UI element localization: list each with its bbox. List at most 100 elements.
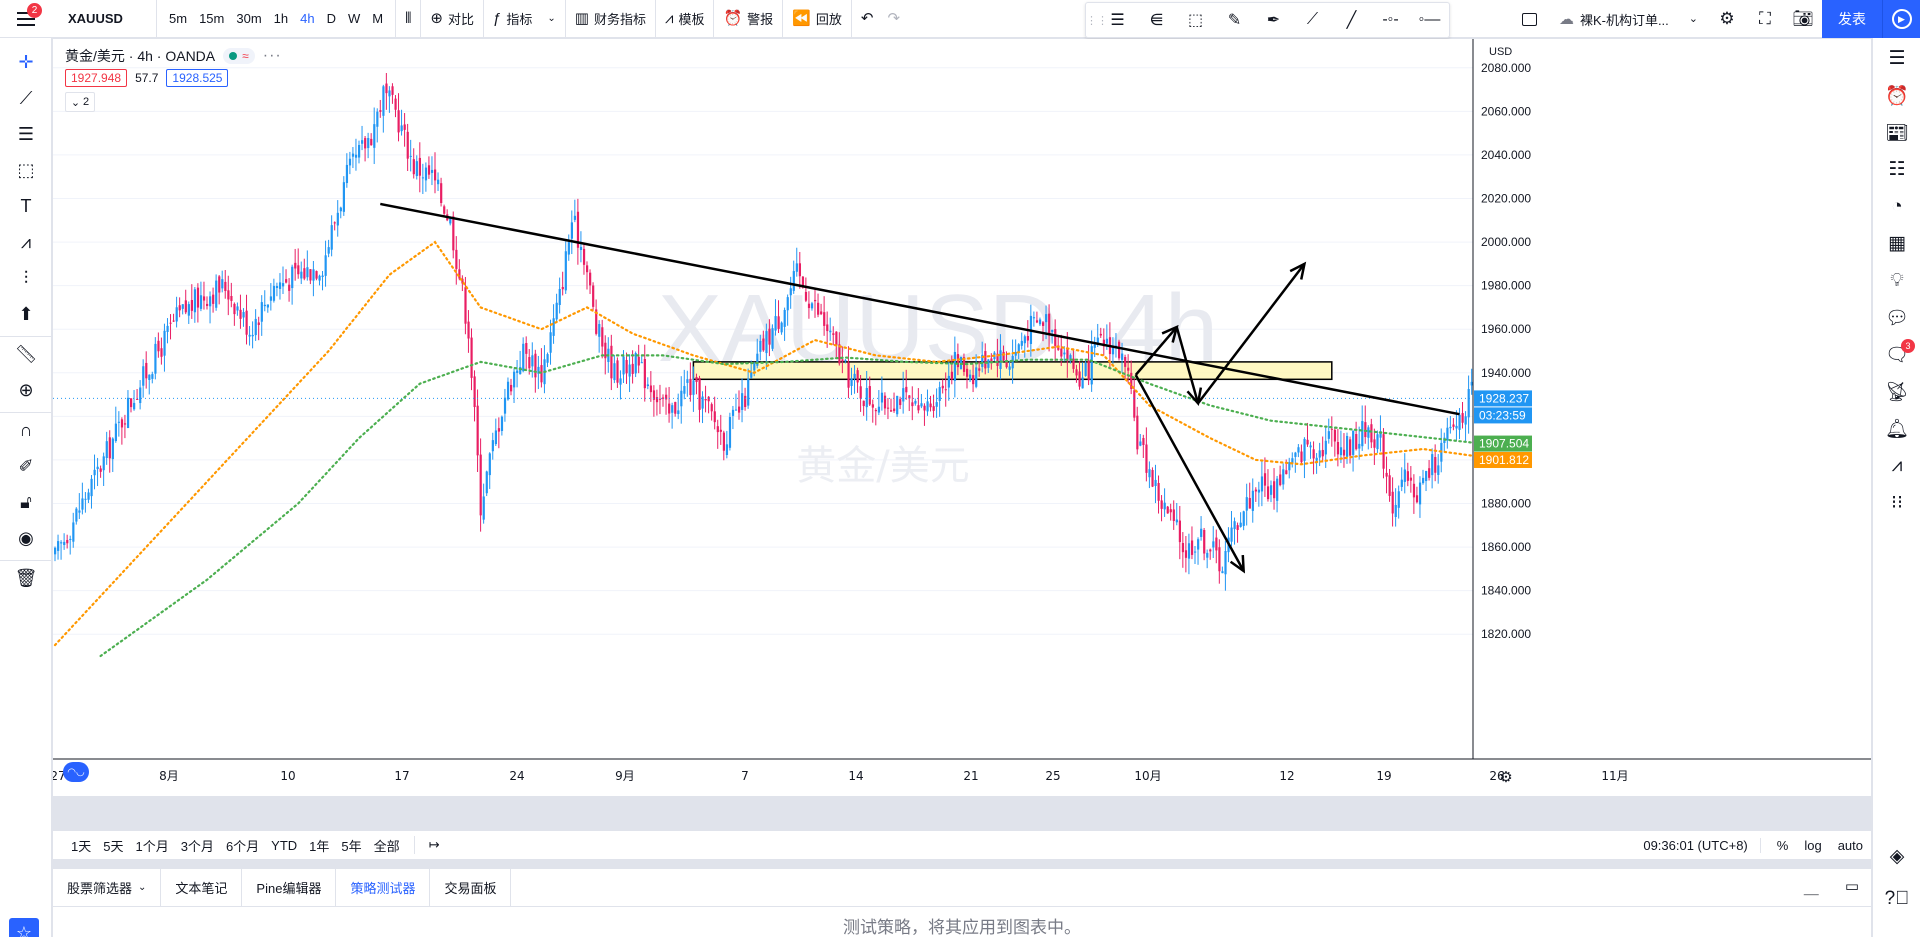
shapes-tool[interactable]: ⬚ xyxy=(0,152,52,188)
range-5d[interactable]: 5天 xyxy=(97,836,129,855)
ideas-button[interactable]: 🗨︎ 3 xyxy=(1873,336,1920,373)
interval-15m[interactable]: 15m xyxy=(193,0,230,38)
tab-strategy-tester[interactable]: 策略测试器 xyxy=(336,868,431,907)
range-3m[interactable]: 3个月 xyxy=(175,836,220,855)
more-options-icon[interactable]: ··· xyxy=(263,47,282,65)
chart-pane[interactable]: XAUUSD, 4h 黄金/美元 2080.000 2060.000 2040.00… xyxy=(53,39,1871,796)
compare-button[interactable]: ⊕ 对比 xyxy=(421,0,485,38)
text-tool[interactable]: T xyxy=(0,188,52,224)
help-button[interactable]: ?⃝ xyxy=(1873,880,1920,917)
tab-trading-panel[interactable]: 交易面板 xyxy=(430,868,512,907)
time-axis[interactable]: 27 8月 10 17 24 9月 7 14 21 25 10月 12 19 26 11月⚙ xyxy=(53,758,1871,796)
stay-in-drawing-tool[interactable]: ✐ xyxy=(0,448,52,484)
goto-date-button[interactable]: ↦ xyxy=(423,837,446,853)
fib-tool-button[interactable]: ☰ xyxy=(1098,3,1137,37)
chart-type-button[interactable]: ⫴ xyxy=(396,0,422,38)
range-1d[interactable]: 1天 xyxy=(65,836,97,855)
patterns-tool[interactable]: ⩘ xyxy=(0,224,52,260)
streams-button[interactable]: 📡︎ xyxy=(1873,373,1920,410)
interval-5m[interactable]: 5m xyxy=(163,0,193,38)
range-ytd[interactable]: YTD xyxy=(265,838,303,853)
trendline-tool[interactable]: ⟋ xyxy=(0,80,52,116)
layers-button[interactable]: ◈ xyxy=(1873,838,1920,875)
interval-4h[interactable]: 4h xyxy=(294,0,320,38)
indicators-button[interactable]: ƒ 指标 ⌄ xyxy=(484,0,566,38)
replay-button[interactable]: ⏪ 回放 xyxy=(783,0,852,38)
order-panel-button[interactable]: ⩘ xyxy=(1873,447,1920,484)
series-title[interactable]: 黄金/美元 · 4h · OANDA xyxy=(65,46,215,66)
pitchfork-tool-button[interactable]: ⋹ xyxy=(1137,3,1176,37)
timezone-clock[interactable]: 09:36:01 (UTC+8) xyxy=(1631,837,1761,853)
financials-button[interactable]: ▥ 财务指标 xyxy=(566,0,656,38)
lock-drawings-tool[interactable]: 🔓︎ xyxy=(0,484,52,520)
favorites-button[interactable]: ☆ xyxy=(9,918,39,937)
alert-button[interactable]: ⏰ 警报 xyxy=(714,0,784,38)
price-chart[interactable]: XAUUSD, 4h 黄金/美元 2080.0002060.0002040.00… xyxy=(53,39,1871,796)
ideas-stream-button[interactable]: 💡︎ xyxy=(1873,262,1920,299)
log-scale-toggle[interactable]: log xyxy=(1796,838,1829,853)
range-6m[interactable]: 6个月 xyxy=(220,836,265,855)
buy-price[interactable]: 1928.525 xyxy=(166,69,229,87)
tab-stock-screener[interactable]: 股票筛选器 ⌄ xyxy=(53,868,162,907)
range-5y[interactable]: 5年 xyxy=(335,836,367,855)
horizontal-line-tool-button[interactable]: -◦- xyxy=(1371,3,1410,37)
chats-button[interactable]: 💬︎ xyxy=(1873,299,1920,336)
crosshair-tool[interactable]: ✛ xyxy=(0,44,52,80)
interval-m[interactable]: M xyxy=(366,0,389,38)
collapse-indicators-button[interactable]: ⌄ 2 xyxy=(65,92,95,112)
watchlist-button[interactable]: ☰ xyxy=(1873,40,1920,77)
hide-drawings-tool[interactable]: ◉ xyxy=(0,520,52,556)
axis-settings-gear-icon[interactable]: ⚙ xyxy=(1499,768,1512,786)
currency-label[interactable]: USD xyxy=(1489,46,1512,58)
brush-tool-button[interactable]: ✎ xyxy=(1215,3,1254,37)
templates-button[interactable]: ⩘ 模板 xyxy=(656,0,715,38)
pen-tool-button[interactable]: ✒ xyxy=(1254,3,1293,37)
user-drawings[interactable] xyxy=(380,202,1460,574)
main-menu-button[interactable]: 2 xyxy=(0,0,52,38)
rectangle-select-button[interactable] xyxy=(1511,0,1549,38)
ray-tool-button[interactable]: ⟋ xyxy=(1293,3,1332,37)
zoom-tool[interactable]: ⊕ xyxy=(0,372,52,408)
interval-30m[interactable]: 30m xyxy=(230,0,267,38)
horizontal-ray-tool-button[interactable]: ◦— xyxy=(1410,3,1449,37)
market-status[interactable]: ≈ xyxy=(223,48,255,64)
redo-icon[interactable]: ↷ xyxy=(887,11,900,26)
interval-w[interactable]: W xyxy=(342,0,366,38)
fullscreen-button[interactable]: ⛶ xyxy=(1746,0,1784,38)
measure-tool[interactable]: 📏︎ xyxy=(0,336,52,372)
notifications-button[interactable]: 🔔︎ xyxy=(1873,410,1920,447)
price-axis[interactable]: 2080.000 2060.000 2040.000 2020.000 2000.000… xyxy=(1472,39,1871,796)
symbol-search-button[interactable]: XAUUSD xyxy=(52,0,157,38)
range-1y[interactable]: 1年 xyxy=(303,836,335,855)
range-1m[interactable]: 1个月 xyxy=(129,836,174,855)
news-button[interactable]: 📰︎ xyxy=(1873,114,1920,151)
alerts-button[interactable]: ⏰ xyxy=(1873,77,1920,114)
rectangle-tool-button[interactable]: ⬚ xyxy=(1176,3,1215,37)
settings-button[interactable]: ⚙ xyxy=(1708,0,1746,38)
calendar-button[interactable]: ▦ xyxy=(1873,225,1920,262)
publish-button[interactable]: 发表 xyxy=(1822,0,1882,38)
data-window-button[interactable]: ☷ xyxy=(1873,151,1920,188)
range-all[interactable]: 全部 xyxy=(368,836,406,855)
icons-tool[interactable]: ⬆ xyxy=(0,296,52,332)
stream-button[interactable]: ▶ xyxy=(1882,0,1920,38)
percent-scale-toggle[interactable]: % xyxy=(1769,838,1797,853)
hotlists-button[interactable]: ◔ xyxy=(1873,188,1920,225)
snapshot-button[interactable]: 📷︎ xyxy=(1784,0,1822,38)
descending-trendline[interactable] xyxy=(380,202,1460,416)
trendline-tool-button[interactable]: ╱ xyxy=(1332,3,1371,37)
magnet-tool[interactable]: ∩ xyxy=(0,412,52,448)
auto-scale-toggle[interactable]: auto xyxy=(1830,838,1871,853)
tab-pine-editor[interactable]: Pine编辑器 xyxy=(242,868,337,907)
prediction-tool[interactable]: ⫶ xyxy=(0,260,52,296)
interval-1h[interactable]: 1h xyxy=(268,0,294,38)
minimize-panel-icon[interactable]: ＿ xyxy=(1804,877,1819,898)
dom-button[interactable]: ⁝⁝ xyxy=(1873,484,1920,521)
maximize-panel-icon[interactable]: ▭ xyxy=(1845,877,1859,898)
fib-tool[interactable]: ☰ xyxy=(0,116,52,152)
interval-d[interactable]: D xyxy=(321,0,342,38)
tradingview-logo-icon[interactable]: ◠◡ xyxy=(63,762,89,782)
layout-template-select[interactable]: ☁ 裸K-机构订单... ⌄ xyxy=(1549,0,1708,38)
sell-price[interactable]: 1927.948 xyxy=(65,69,128,87)
tab-text-notes[interactable]: 文本笔记 xyxy=(161,868,243,907)
